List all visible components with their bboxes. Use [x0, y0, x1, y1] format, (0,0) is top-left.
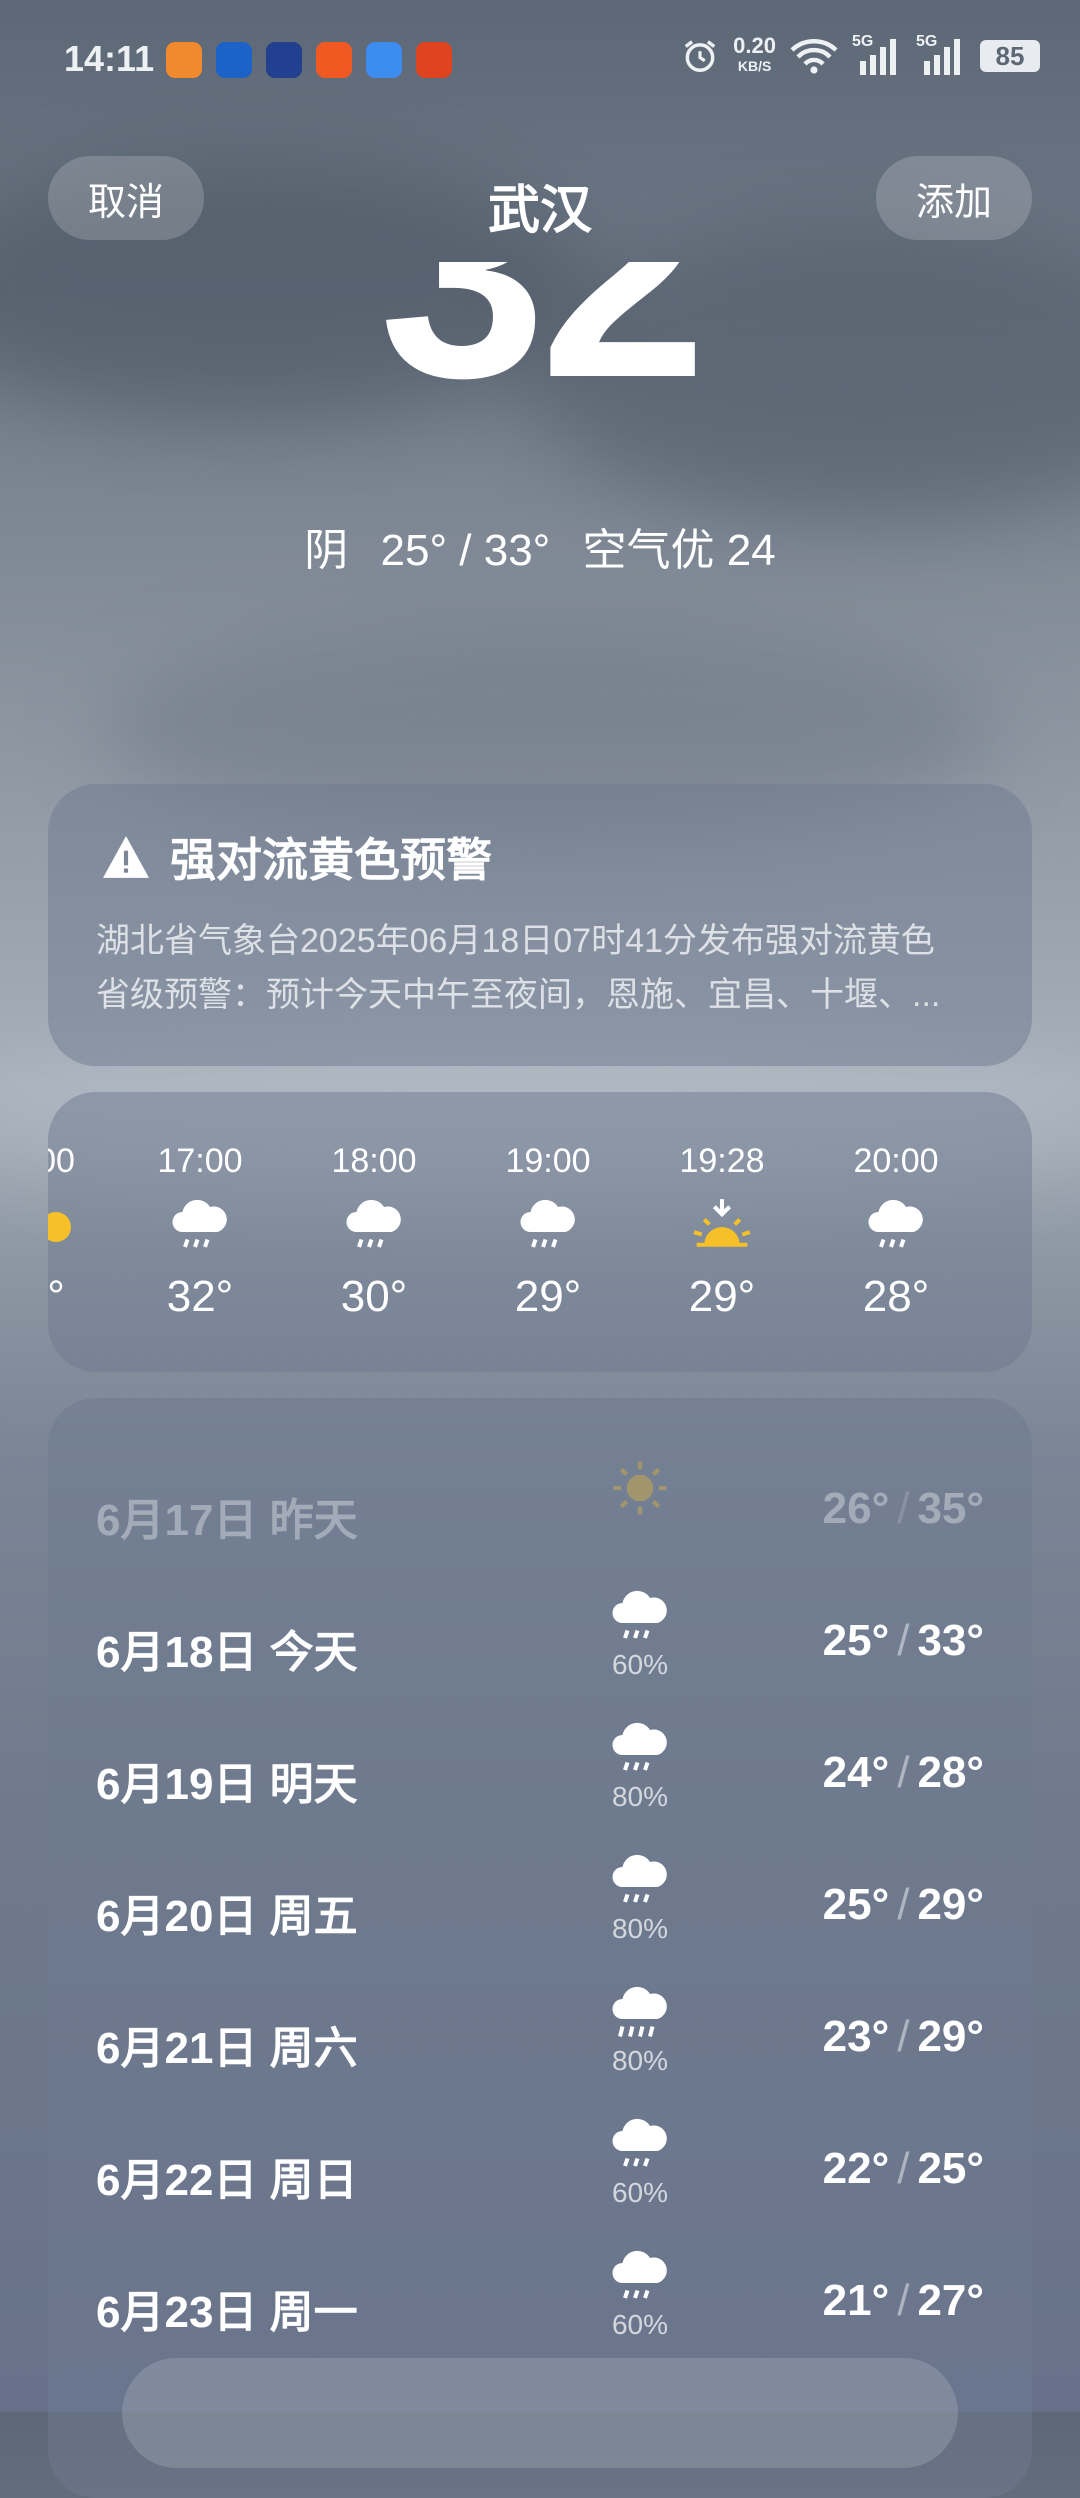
temp-range: 25° / 33°: [380, 526, 551, 575]
hour-item: 00 °: [48, 1142, 126, 1322]
day-row[interactable]: 6月19日 明天 80% 24°/28°: [96, 1712, 984, 1844]
current-temperature: 32: [379, 262, 707, 430]
app-notification-icon: [216, 42, 252, 78]
sunset-icon: [693, 1199, 751, 1247]
hourly-forecast[interactable]: 00 ° 17:00 32° 18:00 30° 19:00 29° 19:28…: [48, 1092, 1032, 1372]
alarm-icon: [684, 40, 716, 72]
battery-indicator: 85: [980, 40, 1040, 72]
warning-icon: [103, 836, 149, 878]
wifi-icon: [790, 39, 838, 74]
rain-icon: [172, 1199, 227, 1248]
warning-description: 湖北省气象台2025年06月18日07时41分发布强对流黄色 省级预警：预计今天…: [96, 922, 941, 1014]
air-quality[interactable]: 空气优 24: [583, 526, 776, 575]
app-notification-icon: [266, 42, 302, 78]
hour-item: 19:28 29°: [679, 1142, 765, 1321]
day-row[interactable]: 6月21日 周六 80% 23°/29°: [96, 1976, 984, 2108]
status-time: 14:11: [64, 38, 155, 79]
rain-icon: [612, 1722, 667, 1771]
app-notification-icon: [416, 42, 452, 78]
day-row-yesterday[interactable]: 6月17日 昨天 26°/35°: [96, 1448, 984, 1580]
day-row[interactable]: 6月23日 周一 60% 21°/27°: [96, 2240, 984, 2372]
warning-title: 强对流黄色预警: [170, 834, 492, 886]
day-row[interactable]: 6月18日 今天 60% 25°/33°: [96, 1580, 984, 1712]
rain-icon: [346, 1199, 401, 1248]
add-city-button[interactable]: 添加: [876, 156, 1032, 240]
signal-sim1: 5G: [852, 33, 902, 75]
weather-warning-card[interactable]: 强对流黄色预警 湖北省气象台2025年06月18日07时41分发布强对流黄色 省…: [48, 784, 1032, 1066]
rain-icon: [520, 1199, 575, 1248]
notification-icons: [166, 42, 452, 78]
day-row[interactable]: 6月20日 周五 80% 25°/29°: [96, 1844, 984, 1976]
app-notification-icon: [366, 42, 402, 78]
net-speed: 0.20 KB/S: [733, 33, 776, 75]
rain-icon: [868, 1199, 923, 1248]
hour-item: 17:00 32°: [157, 1142, 243, 1321]
daily-forecast: 6月17日 昨天 26°/35° 6月18日 今天 60% 25°/33° 6月…: [48, 1398, 1032, 2498]
hour-item: 19:00 29°: [505, 1142, 591, 1321]
hour-item: 20:00 28°: [853, 1142, 939, 1321]
condition-text: 阴: [304, 526, 349, 575]
more-forecast-button[interactable]: [122, 2358, 958, 2468]
status-bar: 14:11 0.20 KB/S 5G 5G 85: [0, 0, 1080, 120]
rain-icon: [612, 2250, 667, 2299]
sun-icon: [613, 1461, 667, 1515]
signal-sim2: 5G: [916, 33, 966, 75]
app-notification-icon: [316, 42, 352, 78]
rain-icon: [612, 1854, 667, 1903]
day-row[interactable]: 6月22日 周日 60% 22°/25°: [96, 2108, 984, 2240]
rain-icon: [612, 2118, 667, 2167]
app-notification-icon: [166, 42, 202, 78]
heavy-rain-icon: [612, 1986, 667, 2037]
sun-icon: [48, 1212, 71, 1242]
rain-icon: [612, 1590, 667, 1639]
weather-summary: 阴 25° / 33° 空气优 24: [0, 514, 1080, 578]
hour-item: 18:00 30°: [331, 1142, 417, 1321]
